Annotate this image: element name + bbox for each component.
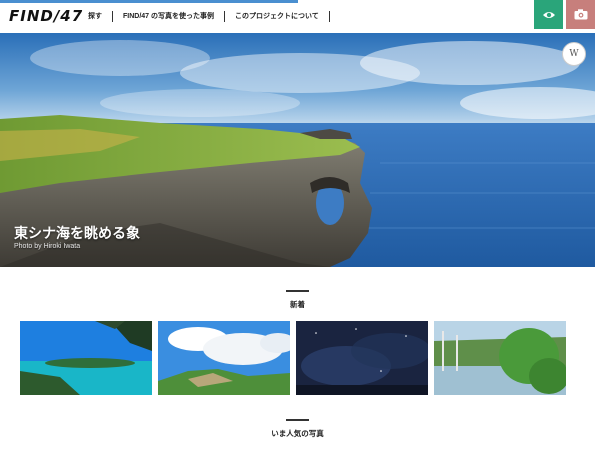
hero-banner[interactable]: 東シナ海を眺める象 Photo by Hiroki Iwata W xyxy=(0,33,595,267)
thumb-tropical-bay[interactable] xyxy=(20,321,152,395)
thumb-green-hills-clouds[interactable] xyxy=(158,321,290,395)
nav-item-search[interactable]: 探す xyxy=(74,11,113,22)
thumb-tropical-bay-image xyxy=(20,321,152,395)
hero-photo-credit: Photo by Hiroki Iwata xyxy=(14,243,81,250)
eye-icon xyxy=(542,11,555,18)
photo-upload-button[interactable] xyxy=(566,0,595,29)
nav-item-case-studies[interactable]: FIND/47 の写真を使った事例 xyxy=(113,11,226,22)
section-divider-new xyxy=(286,290,309,292)
award-badge-icon[interactable]: W xyxy=(562,42,586,66)
hero-title[interactable]: 東シナ海を眺める象 xyxy=(14,223,140,243)
site-logo[interactable]: FIND/47 xyxy=(9,7,83,25)
section-divider-popular xyxy=(286,419,309,421)
nav-item-about[interactable]: このプロジェクトについて xyxy=(225,11,330,22)
thumb-night-sky-image xyxy=(296,321,428,395)
view-button[interactable] xyxy=(534,0,563,29)
section-title-new: 新着 xyxy=(290,300,305,309)
thumb-river-forest[interactable] xyxy=(434,321,566,395)
thumb-green-hills-clouds-image xyxy=(158,321,290,395)
thumb-river-forest-image xyxy=(434,321,566,395)
section-title-popular: いま人気の写真 xyxy=(271,429,324,438)
site-header: FIND/47 探す FIND/47 の写真を使った事例 このプロジェクトについ… xyxy=(0,0,595,33)
main-nav: 探す FIND/47 の写真を使った事例 このプロジェクトについて xyxy=(74,0,330,33)
camera-icon xyxy=(574,9,587,20)
thumb-night-sky[interactable] xyxy=(296,321,428,395)
